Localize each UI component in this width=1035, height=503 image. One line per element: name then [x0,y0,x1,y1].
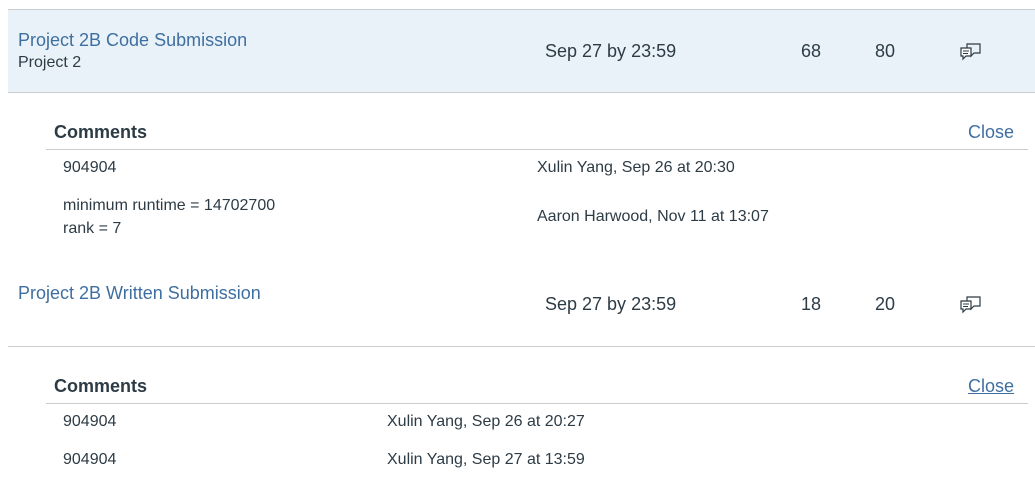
score: 18 [801,294,822,314]
comment-author: Aaron Harwood, Nov 11 at 13:07 [537,208,769,225]
comments-panel: Comments Close 904904 Xulin Yang, Sep 26… [46,366,1028,496]
assignment-group: Project 2 [18,54,82,71]
comment-author: Xulin Yang, Sep 26 at 20:27 [387,413,585,430]
comments-header: Comments Close [46,366,1028,404]
points-possible: 20 [875,294,896,314]
comments-heading: Comments [54,376,148,396]
assignment-row: Project 2B Code Submission Project 2 Sep… [8,9,1035,93]
comment-text: rank = 7 [63,220,122,237]
assignment-row: Project 2B Written Submission Sep 27 by … [8,263,1035,347]
comment-text: 904904 [63,159,117,176]
comments-panel: Comments Close 904904 Xulin Yang, Sep 26… [46,112,1028,252]
comment-text: minimum runtime = 14702700 [63,197,276,214]
comments-header: Comments Close [46,112,1028,150]
comments-heading: Comments [54,122,148,142]
assignment-title-link[interactable]: Project 2B Code Submission [18,30,247,51]
comment-bubbles-icon[interactable] [960,43,982,61]
due-date: Sep 27 by 23:59 [545,294,677,314]
assignment-title-link[interactable]: Project 2B Written Submission [18,283,261,304]
close-comments-link[interactable]: Close [968,376,1014,397]
close-comments-link[interactable]: Close [968,122,1014,143]
comment-author: Xulin Yang, Sep 27 at 13:59 [387,451,585,468]
score: 68 [801,41,822,61]
due-date: Sep 27 by 23:59 [545,41,677,61]
comment-author: Xulin Yang, Sep 26 at 20:30 [537,159,735,176]
comment-text: 904904 [63,413,117,430]
comment-bubbles-icon[interactable] [960,296,982,314]
points-possible: 80 [875,41,896,61]
comment-text: 904904 [63,451,117,468]
